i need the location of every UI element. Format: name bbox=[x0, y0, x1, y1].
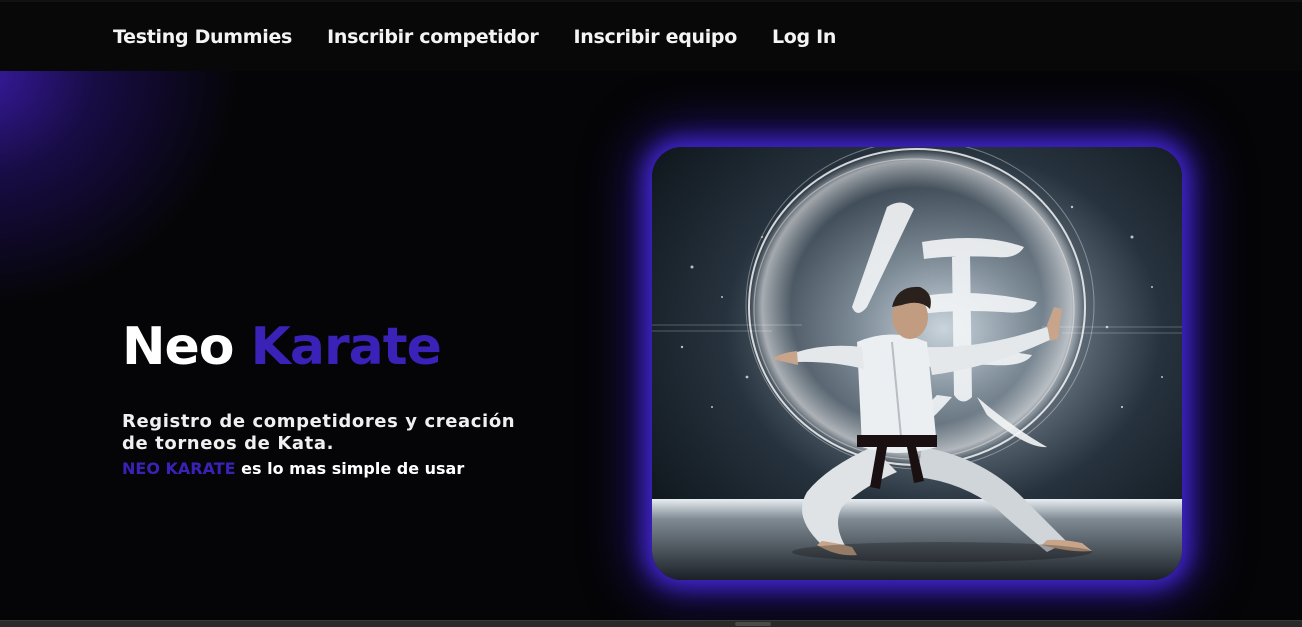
hero-title-neo: Neo bbox=[122, 317, 235, 377]
hero-tagline: NEO KARATE es lo mas simple de usar bbox=[122, 459, 464, 479]
hero-tagline-text: es lo mas simple de usar bbox=[235, 459, 465, 478]
hero-karate-image bbox=[652, 147, 1182, 580]
nav-link-inscribir-competidor[interactable]: Inscribir competidor bbox=[327, 26, 539, 48]
hero-tagline-brand: NEO KARATE bbox=[122, 459, 236, 478]
hero-description: Registro de competidores y creación de t… bbox=[122, 411, 516, 454]
nav-link-inscribir-equipo[interactable]: Inscribir equipo bbox=[573, 26, 737, 48]
nav-link-testing-dummies[interactable]: Testing Dummies bbox=[113, 26, 292, 48]
nav-link-log-in[interactable]: Log In bbox=[772, 26, 836, 48]
horizontal-scrollbar[interactable] bbox=[0, 620, 1302, 627]
hero-section: Neo Karate Registro de competidores y cr… bbox=[0, 71, 1302, 620]
scrollbar-thumb[interactable] bbox=[735, 622, 771, 626]
hero-title: Neo Karate bbox=[122, 317, 442, 377]
top-navbar: Testing Dummies Inscribir competidor Ins… bbox=[0, 0, 1302, 71]
hero-title-karate: Karate bbox=[250, 317, 442, 377]
